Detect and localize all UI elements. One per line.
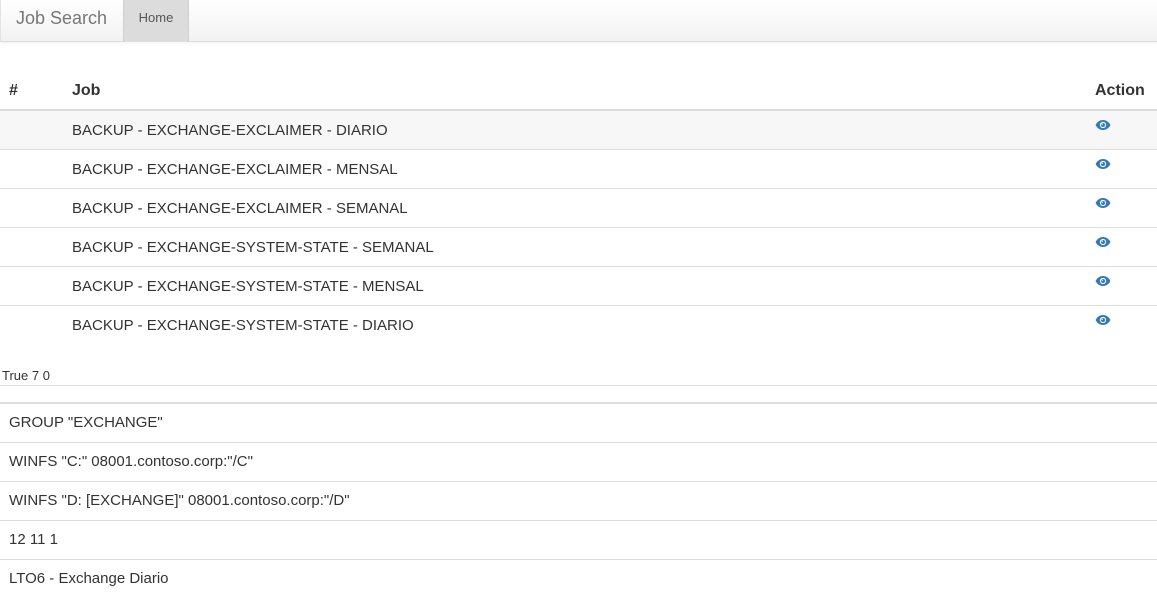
header-number: #	[0, 72, 72, 111]
view-button[interactable]	[1095, 110, 1157, 150]
eye-icon[interactable]	[1095, 313, 1111, 327]
table-row: BACKUP - EXCHANGE-SYSTEM-STATE - MENSAL	[0, 266, 1157, 306]
detail-media: LTO6 - Exchange Diario	[9, 570, 169, 587]
eye-icon[interactable]	[1095, 235, 1111, 249]
divider	[0, 385, 1157, 386]
table-row: BACKUP - EXCHANGE-EXCLAIMER - MENSAL	[0, 149, 1157, 189]
navbar: Job Search Home	[0, 0, 1157, 42]
header-job: Job	[72, 72, 1095, 111]
detail-winfs-d: WINFS "D: [EXCHANGE]" 08001.contoso.corp…	[0, 482, 1157, 521]
job-name: BACKUP - EXCHANGE-SYSTEM-STATE - SEMANAL	[72, 227, 1095, 267]
table-row: BACKUP - EXCHANGE-SYSTEM-STATE - SEMANAL	[0, 227, 1157, 267]
job-name: BACKUP - EXCHANGE-SYSTEM-STATE - MENSAL	[72, 266, 1095, 306]
eye-icon[interactable]	[1095, 196, 1111, 210]
eye-icon[interactable]	[1095, 118, 1111, 132]
row-number	[0, 227, 72, 267]
status-text: True 7 0	[2, 368, 50, 383]
detail-group: GROUP "EXCHANGE"	[0, 404, 1157, 443]
table-row: BACKUP - EXCHANGE-EXCLAIMER - DIARIO	[0, 110, 1157, 150]
detail-winfs-c: WINFS "C:" 08001.contoso.corp:"/C"	[0, 443, 1157, 482]
header-action: Action	[1095, 72, 1157, 111]
view-button[interactable]	[1095, 305, 1157, 344]
table-header-row: # Job Action	[0, 72, 1157, 111]
job-details-list: GROUP "EXCHANGE" WINFS "C:" 08001.contos…	[0, 404, 1157, 598]
view-button[interactable]	[1095, 188, 1157, 228]
jobs-table: # Job Action BACKUP - EXCHANGE-EXCLAIMER…	[0, 72, 1157, 344]
detail-counts: 12 11 1	[0, 521, 1157, 560]
eye-icon[interactable]	[1095, 274, 1111, 288]
brand-link[interactable]: Job Search	[16, 0, 107, 42]
view-button[interactable]	[1095, 266, 1157, 306]
row-number	[0, 188, 72, 228]
job-name: BACKUP - EXCHANGE-EXCLAIMER - SEMANAL	[72, 188, 1095, 228]
job-name: BACKUP - EXCHANGE-EXCLAIMER - MENSAL	[72, 149, 1095, 189]
table-row: BACKUP - EXCHANGE-EXCLAIMER - SEMANAL	[0, 188, 1157, 228]
view-button[interactable]	[1095, 149, 1157, 189]
job-name: BACKUP - EXCHANGE-EXCLAIMER - DIARIO	[72, 110, 1095, 150]
job-name: BACKUP - EXCHANGE-SYSTEM-STATE - DIARIO	[72, 305, 1095, 344]
eye-icon[interactable]	[1095, 157, 1111, 171]
row-number	[0, 266, 72, 306]
row-number	[0, 110, 72, 150]
table-row: BACKUP - EXCHANGE-SYSTEM-STATE - DIARIO	[0, 305, 1157, 344]
view-button[interactable]	[1095, 227, 1157, 267]
nav-home-link[interactable]: Home	[123, 0, 189, 42]
row-number	[0, 305, 72, 344]
row-number	[0, 149, 72, 189]
